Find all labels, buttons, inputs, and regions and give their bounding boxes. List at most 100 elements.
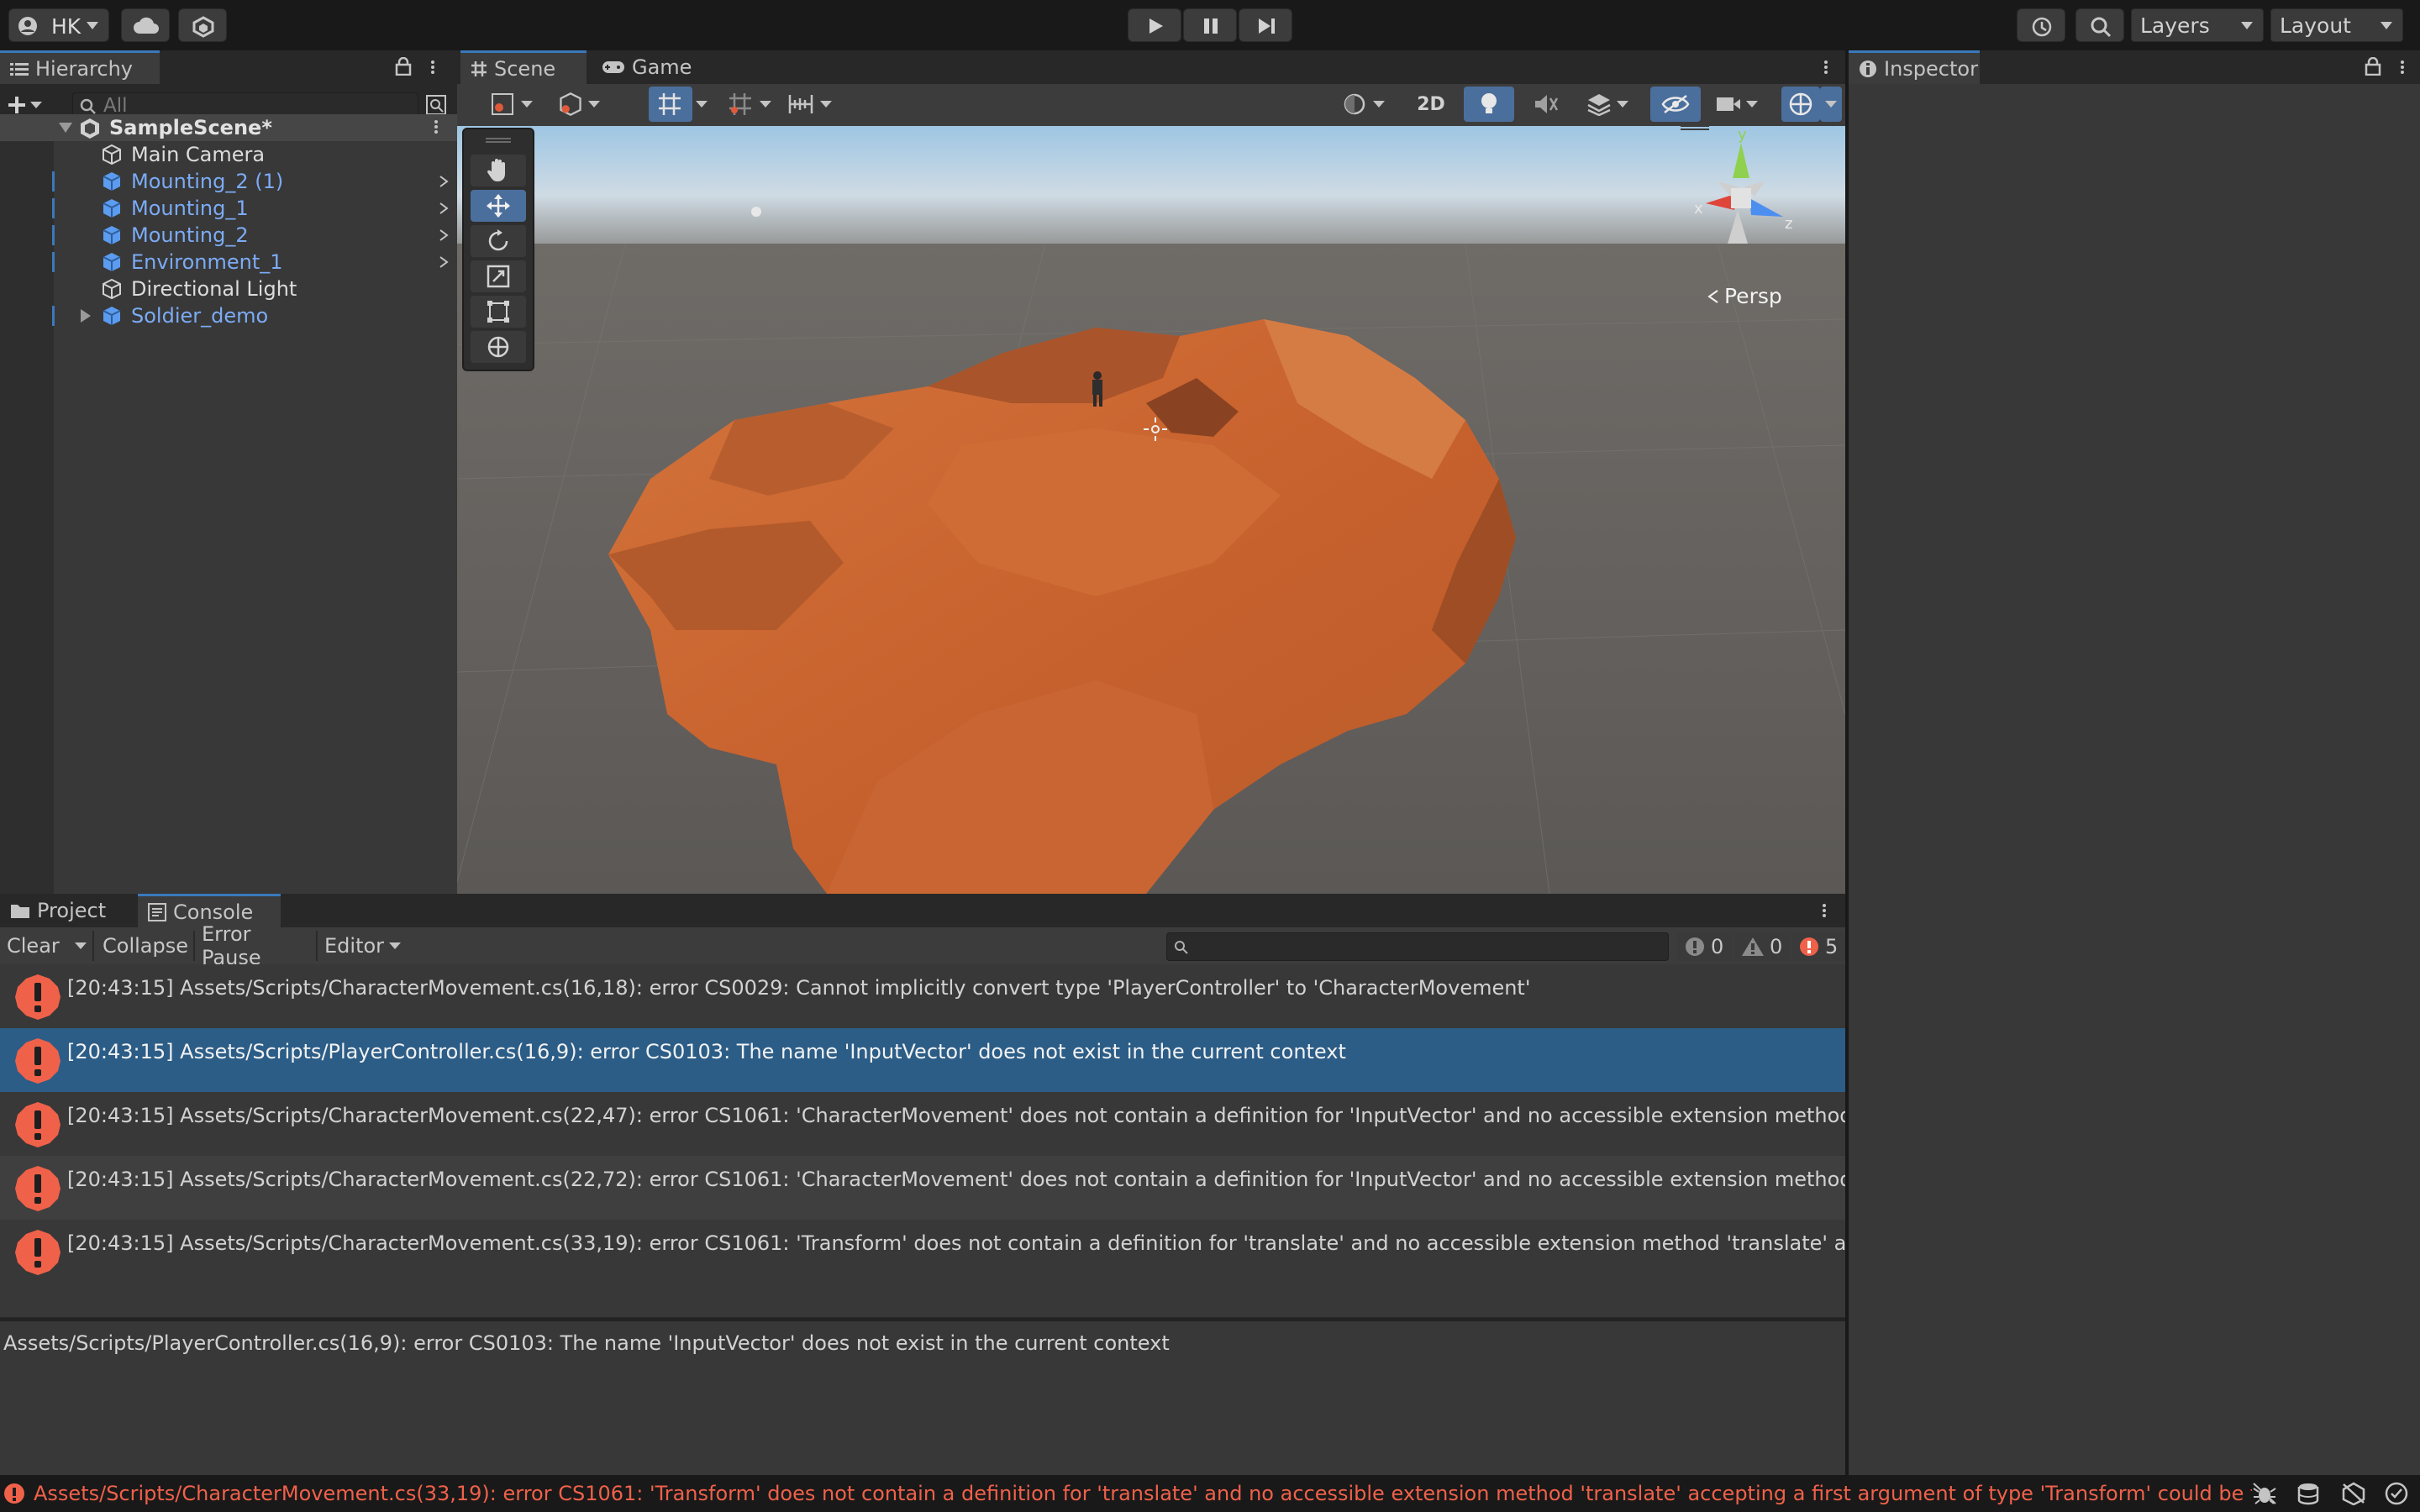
transform-tool-button[interactable] (471, 331, 526, 363)
axis-y-label: y (1738, 126, 1747, 144)
clear-button[interactable]: Clear (0, 929, 89, 963)
persp-toggle[interactable]: Persp (1707, 284, 1782, 308)
log-message: [20:43:15] Assets/Scripts/CharacterMovem… (67, 1104, 1845, 1127)
cache-server-icon[interactable] (2297, 1482, 2323, 1505)
scene-visibility-toggle[interactable] (1650, 87, 1701, 122)
account-dropdown[interactable]: HK (8, 8, 109, 42)
chevron-right-icon[interactable] (439, 202, 449, 214)
tab-scene[interactable]: Scene (460, 50, 587, 84)
kebab-menu-icon[interactable] (1822, 902, 1827, 921)
lock-icon[interactable] (2365, 57, 2381, 76)
step-button[interactable] (1239, 8, 1292, 42)
scene-search-icon[interactable] (425, 94, 447, 116)
console-search-input[interactable] (1166, 932, 1669, 961)
object-mode-dropdown[interactable] (551, 87, 613, 122)
hierarchy-item-main-camera[interactable]: Main Camera (0, 141, 457, 168)
console-log-row-selected[interactable]: [20:43:15] Assets/Scripts/PlayerControll… (0, 1028, 1845, 1092)
hierarchy-item-soldier-demo[interactable]: Soldier_demo (0, 302, 457, 329)
effects-dropdown[interactable] (1578, 87, 1644, 122)
increment-snapping-dropdown[interactable] (721, 87, 786, 122)
item-label: Environment_1 (131, 250, 283, 274)
hierarchy-item-mounting-2-1[interactable]: Mounting_2 (1) (0, 168, 457, 195)
kebab-menu-icon[interactable] (2400, 59, 2405, 77)
inspector-panel: Inspector (1849, 50, 2420, 1475)
hierarchy-item-environment-1[interactable]: Environment_1 (0, 249, 457, 276)
warning-count: 0 (1770, 935, 1783, 958)
gizmos-toggle[interactable] (1781, 87, 1820, 122)
info-count: 0 (1711, 935, 1724, 958)
axis-z-label: z (1785, 215, 1792, 233)
hierarchy-item-directional-light[interactable]: Directional Light (0, 276, 457, 302)
collapsed-arrow-icon[interactable] (81, 309, 92, 323)
kebab-menu-icon[interactable] (430, 59, 435, 77)
error-pause-label: Error Pause (202, 922, 261, 969)
tab-game[interactable]: Game (592, 50, 701, 84)
audio-toggle[interactable] (1521, 87, 1571, 122)
tab-hierarchy[interactable]: Hierarchy (0, 50, 160, 84)
cloud-button[interactable] (121, 8, 170, 42)
kebab-menu-icon[interactable] (434, 118, 439, 137)
grid-snapping-dropdown[interactable] (692, 87, 713, 122)
hierarchy-tabbar: Hierarchy (0, 50, 457, 84)
pause-button[interactable] (1183, 8, 1237, 42)
editor-dropdown[interactable]: Editor (318, 929, 402, 963)
panel-splitter[interactable] (1845, 50, 1849, 1475)
ruler-dropdown[interactable] (781, 87, 847, 122)
error-count-toggle[interactable]: 5 (1791, 932, 1845, 961)
debug-icon[interactable] (2252, 1482, 2277, 1505)
undo-history-button[interactable] (2017, 8, 2065, 42)
lock-icon[interactable] (395, 57, 412, 76)
console-log-row[interactable]: [20:43:15] Assets/Scripts/CharacterMovem… (0, 964, 1845, 1028)
hierarchy-item-mounting-2[interactable]: Mounting_2 (0, 222, 457, 249)
scale-tool-button[interactable] (471, 260, 526, 292)
lighting-toggle[interactable] (1464, 87, 1514, 122)
grid-snapping-toggle[interactable] (649, 87, 692, 122)
info-icon (1859, 60, 1877, 78)
warning-count-toggle[interactable]: 0 (1734, 932, 1790, 961)
checkmark-circle-icon[interactable] (2385, 1482, 2408, 1505)
layout-dropdown[interactable]: Layout (2270, 8, 2403, 42)
collapse-toggle[interactable]: Collapse (94, 929, 192, 963)
orientation-gizmo[interactable]: y x z (1664, 126, 1807, 294)
shading-mode-dropdown[interactable] (1336, 87, 1397, 122)
hierarchy-item-mounting-1[interactable]: Mounting_1 (0, 195, 457, 222)
overlay-drag-handle[interactable] (486, 138, 511, 143)
gizmos-dropdown[interactable] (1820, 87, 1842, 122)
transform-tools-overlay (462, 128, 534, 371)
draw-mode-dropdown[interactable] (484, 87, 543, 122)
hand-tool-button[interactable] (471, 155, 526, 186)
collab-button[interactable] (178, 8, 227, 42)
layers-dropdown[interactable]: Layers (2131, 8, 2264, 42)
console-log-row[interactable]: [20:43:15] Assets/Scripts/CharacterMovem… (0, 1156, 1845, 1220)
rect-tool-button[interactable] (471, 296, 526, 328)
tab-scene-label: Scene (494, 56, 556, 81)
scene-viewport[interactable]: y x z Persp (457, 126, 1845, 894)
error-pause-toggle[interactable]: Error Pause (195, 922, 316, 969)
chevron-right-icon[interactable] (439, 229, 449, 241)
scene-tabbar: Scene Game (457, 50, 1845, 84)
chevron-right-icon[interactable] (439, 256, 449, 268)
info-count-toggle[interactable]: 0 (1677, 932, 1733, 961)
2d-toggle[interactable]: 2D (1405, 87, 1457, 122)
chevron-right-icon[interactable] (439, 176, 449, 187)
camera-dropdown[interactable] (1707, 87, 1775, 122)
expanded-arrow-icon[interactable] (59, 123, 72, 134)
tab-project[interactable]: Project (0, 894, 134, 927)
pause-icon (1203, 18, 1218, 34)
status-bar[interactable]: Assets/Scripts/CharacterMovement.cs(33,1… (0, 1475, 2420, 1512)
console-log-row[interactable]: [20:43:15] Assets/Scripts/CharacterMovem… (0, 1092, 1845, 1156)
scene-header-row[interactable]: SampleScene* (0, 114, 457, 141)
chevron-down-icon (588, 101, 600, 108)
gizmo-drag-handle[interactable] (1681, 126, 1709, 130)
network-off-icon[interactable] (2341, 1482, 2366, 1505)
scene-render[interactable] (457, 126, 1845, 894)
tab-inspector[interactable]: Inspector (1849, 50, 1980, 84)
play-button[interactable] (1128, 8, 1181, 42)
account-icon (18, 16, 38, 36)
rotate-tool-button[interactable] (471, 225, 526, 257)
search-button[interactable] (2075, 8, 2124, 42)
scene-name: SampleScene* (109, 116, 272, 139)
kebab-menu-icon[interactable] (1823, 59, 1828, 77)
console-log-row[interactable]: [20:43:15] Assets/Scripts/CharacterMovem… (0, 1220, 1845, 1284)
move-tool-button[interactable] (471, 190, 526, 222)
